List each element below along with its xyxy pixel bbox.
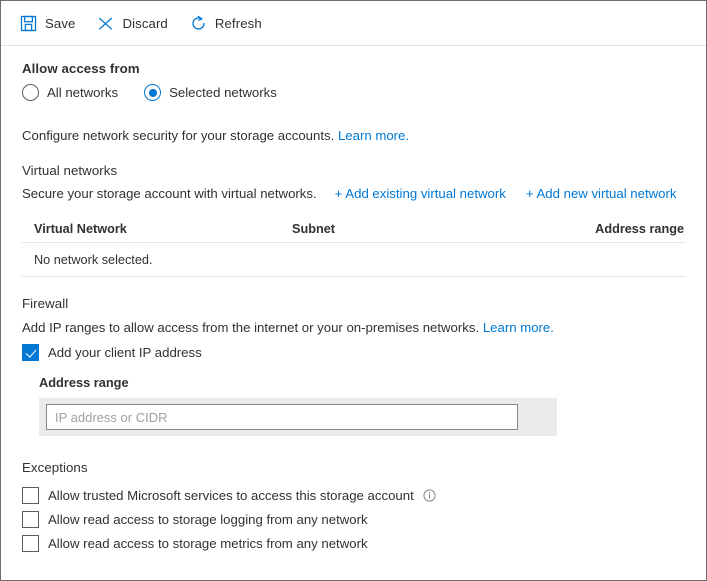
table-empty-message: No network selected.	[22, 253, 152, 267]
virtual-networks-actions: Secure your storage account with virtual…	[22, 186, 686, 201]
firewall-learn-more-link[interactable]: Learn more.	[483, 320, 554, 335]
refresh-button[interactable]: Refresh	[190, 8, 262, 38]
save-icon	[20, 15, 37, 32]
exception-storage-logging-row[interactable]: Allow read access to storage logging fro…	[22, 507, 686, 531]
firewall-description-text: Add IP ranges to allow access from the i…	[22, 320, 479, 335]
column-header-virtual-network: Virtual Network	[22, 222, 292, 236]
refresh-button-label: Refresh	[215, 16, 262, 31]
exceptions-section: Exceptions Allow trusted Microsoft servi…	[22, 460, 686, 555]
radio-selected-networks-indicator[interactable]	[144, 84, 161, 101]
exceptions-title: Exceptions	[22, 460, 686, 475]
network-security-description-text: Configure network security for your stor…	[22, 128, 334, 143]
table-row: No network selected.	[22, 243, 686, 277]
address-range-label: Address range	[39, 375, 686, 390]
discard-button-label: Discard	[122, 16, 167, 31]
virtual-networks-description: Secure your storage account with virtual…	[22, 186, 317, 201]
column-header-address-range: Address range	[560, 222, 686, 236]
address-range-input-shell	[39, 398, 557, 436]
firewall-description: Add IP ranges to allow access from the i…	[22, 319, 686, 337]
info-icon[interactable]	[423, 489, 436, 502]
add-client-ip-label: Add your client IP address	[48, 345, 202, 360]
discard-button[interactable]: Discard	[97, 8, 167, 38]
save-button-label: Save	[45, 16, 75, 31]
save-button[interactable]: Save	[20, 8, 75, 38]
exception-storage-metrics-checkbox[interactable]	[22, 535, 39, 552]
column-header-subnet: Subnet	[292, 222, 560, 236]
add-existing-virtual-network-link[interactable]: + Add existing virtual network	[335, 186, 506, 201]
command-bar: Save Discard Refresh	[1, 1, 706, 46]
table-header-row: Virtual Network Subnet Address range	[22, 215, 686, 243]
add-new-virtual-network-link[interactable]: + Add new virtual network	[526, 186, 677, 201]
radio-selected-networks[interactable]: Selected networks	[144, 84, 277, 101]
discard-icon	[97, 15, 114, 32]
exception-storage-logging-label: Allow read access to storage logging fro…	[48, 512, 368, 527]
refresh-icon	[190, 15, 207, 32]
add-client-ip-checkbox[interactable]	[22, 344, 39, 361]
radio-all-networks-label: All networks	[47, 85, 118, 100]
add-client-ip-checkbox-row[interactable]: Add your client IP address	[22, 344, 686, 361]
network-security-learn-more-link[interactable]: Learn more.	[338, 128, 409, 143]
virtual-networks-table: Virtual Network Subnet Address range No …	[22, 215, 686, 277]
allow-access-from-title: Allow access from	[22, 61, 686, 76]
allow-access-radio-group: All networks Selected networks	[22, 84, 686, 101]
network-security-description: Configure network security for your stor…	[22, 127, 686, 145]
firewalls-and-virtual-networks-panel: Save Discard Refresh Allow access fro	[0, 0, 707, 581]
panel-content: Allow access from All networks Selected …	[1, 47, 706, 555]
radio-selected-networks-label: Selected networks	[169, 85, 277, 100]
exception-trusted-services-label: Allow trusted Microsoft services to acce…	[48, 488, 414, 503]
address-range-input[interactable]	[46, 404, 518, 430]
virtual-networks-title: Virtual networks	[22, 163, 686, 178]
radio-all-networks-indicator[interactable]	[22, 84, 39, 101]
radio-all-networks[interactable]: All networks	[22, 84, 118, 101]
address-range-field: Address range	[22, 375, 686, 436]
exception-storage-logging-checkbox[interactable]	[22, 511, 39, 528]
exception-storage-metrics-label: Allow read access to storage metrics fro…	[48, 536, 368, 551]
exception-trusted-services-row[interactable]: Allow trusted Microsoft services to acce…	[22, 483, 686, 507]
exception-storage-metrics-row[interactable]: Allow read access to storage metrics fro…	[22, 531, 686, 555]
firewall-title: Firewall	[22, 296, 686, 311]
exception-trusted-services-checkbox[interactable]	[22, 487, 39, 504]
